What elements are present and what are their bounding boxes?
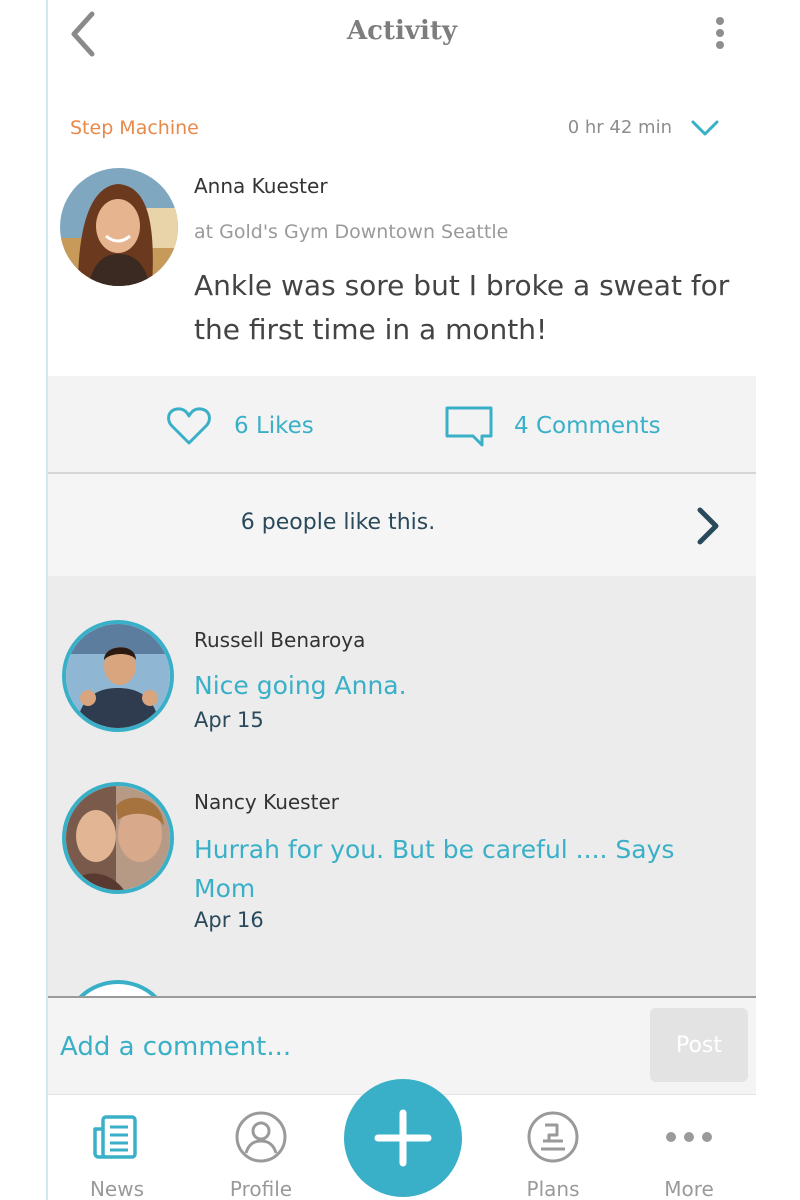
dot-icon <box>716 41 724 49</box>
comment-author[interactable]: Nancy Kuester <box>194 790 339 814</box>
avatar[interactable] <box>60 168 178 286</box>
nav-news[interactable]: News <box>62 1095 172 1200</box>
dot-icon <box>716 29 724 37</box>
speech-bubble-icon <box>445 406 493 447</box>
plus-icon <box>374 1109 432 1167</box>
likes-summary: 6 people like this. <box>240 510 436 535</box>
post-actions: 6 Likes 4 Comments <box>48 376 756 474</box>
profile-icon <box>235 1111 287 1163</box>
post-author[interactable]: Anna Kuester <box>194 174 328 198</box>
likes-summary-row[interactable]: 6 people like this. <box>48 474 756 576</box>
nav-label: More <box>664 1177 714 1200</box>
nav-more[interactable]: More <box>634 1095 744 1200</box>
bottom-nav: News Profile Plans More <box>48 1079 756 1200</box>
post-button[interactable]: Post <box>650 1008 748 1082</box>
heart-icon <box>167 407 211 445</box>
avatar[interactable] <box>62 980 174 996</box>
more-options-button[interactable] <box>710 14 730 54</box>
add-activity-button[interactable] <box>344 1079 462 1197</box>
news-icon <box>93 1115 137 1159</box>
like-button[interactable]: 6 Likes <box>166 406 314 446</box>
nav-label: Plans <box>526 1177 580 1200</box>
dot-icon <box>716 17 724 25</box>
comment-text: Nice going Anna. <box>194 671 407 700</box>
comment-input[interactable] <box>58 1020 642 1074</box>
comment-date: Apr 15 <box>194 708 264 732</box>
plans-icon <box>527 1111 579 1163</box>
activity-type: Step Machine <box>70 117 199 139</box>
profile-photo <box>66 786 170 890</box>
comment-text: Hurrah for you. But be careful .... Says… <box>194 835 675 903</box>
comments-count: 4 Comments <box>514 413 661 439</box>
chevron-down-icon <box>691 120 719 136</box>
activity-post: Step Machine 0 hr 42 min Anna Kuester at… <box>48 100 756 375</box>
page-title: Activity <box>347 16 457 46</box>
app-screen: Activity Step Machine 0 hr 42 min Anna K… <box>46 0 756 1200</box>
chevron-right-icon <box>697 507 719 545</box>
likes-count: 6 Likes <box>234 413 314 439</box>
profile-photo <box>66 624 170 728</box>
profile-photo <box>60 168 178 286</box>
activity-duration: 0 hr 42 min <box>567 117 672 138</box>
nav-label: News <box>89 1177 145 1200</box>
avatar[interactable] <box>62 782 174 894</box>
nav-label: Profile <box>229 1177 293 1200</box>
avatar[interactable] <box>62 620 174 732</box>
post-text: Ankle was sore but I broke a sweat for t… <box>194 269 730 346</box>
comment-author[interactable]: Russell Benaroya <box>194 628 365 652</box>
nav-plans[interactable]: Plans <box>498 1095 608 1200</box>
more-dots-icon <box>666 1132 712 1142</box>
nav-profile[interactable]: Profile <box>206 1095 316 1200</box>
comment-date: Apr 16 <box>194 908 264 932</box>
post-location[interactable]: at Gold's Gym Downtown Seattle <box>194 221 508 243</box>
top-bar: Activity <box>48 0 756 70</box>
comment-button[interactable]: 4 Comments <box>444 406 661 447</box>
comments-list[interactable]: Russell Benaroya Nice going Anna. Apr 15… <box>48 576 756 996</box>
expand-button[interactable] <box>690 118 720 138</box>
